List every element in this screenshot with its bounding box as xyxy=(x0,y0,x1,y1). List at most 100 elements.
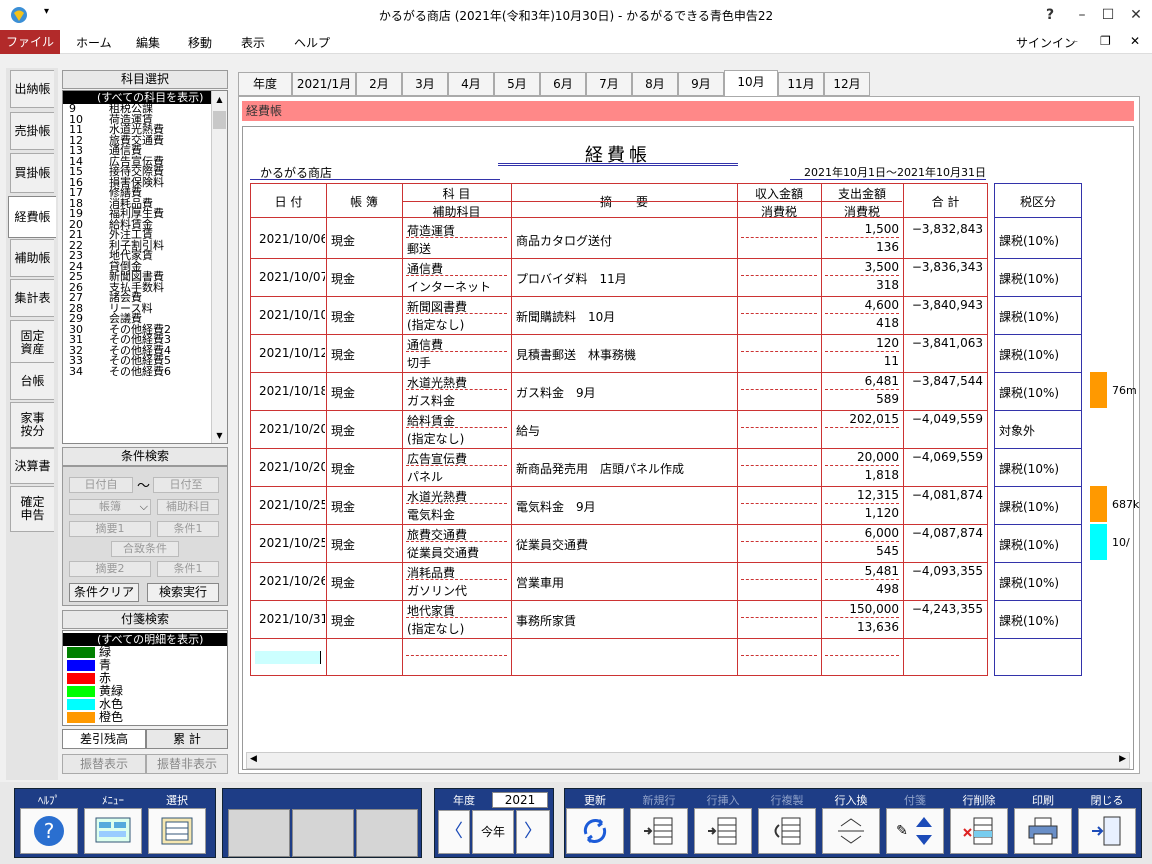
ribbon-minimize-icon[interactable]: – xyxy=(1072,34,1078,48)
sidetab-6[interactable]: 固定 資産 xyxy=(10,320,54,366)
month-tab[interactable]: 年度 xyxy=(238,72,292,96)
home-menu[interactable]: ホーム xyxy=(76,34,112,51)
help-icon[interactable]: ? xyxy=(1040,5,1060,25)
tag-marker[interactable] xyxy=(1090,486,1107,522)
scroll-thumb[interactable] xyxy=(213,111,226,129)
sidetab-3[interactable]: 経費帳 xyxy=(8,196,56,238)
account-item[interactable]: 16 損害保険料 xyxy=(63,177,227,189)
menu-button[interactable]: ﾒﾆｭｰ xyxy=(82,794,144,854)
view-menu[interactable]: 表示 xyxy=(241,34,265,51)
memo2-input[interactable]: 摘要2 xyxy=(69,561,151,577)
month-tab[interactable]: 12月 xyxy=(824,72,870,96)
diff-balance-tab[interactable]: 差引残高 xyxy=(62,729,146,749)
subaccount-select[interactable]: 補助科目 xyxy=(157,499,219,515)
edit-menu[interactable]: 編集 xyxy=(136,34,160,51)
tag-item[interactable]: 水色 xyxy=(63,698,227,711)
minimize-button[interactable]: – xyxy=(1072,5,1092,25)
new-row-date-input[interactable] xyxy=(255,651,321,664)
close-window-button[interactable]: 閉じる xyxy=(1076,794,1138,854)
tag-marker[interactable] xyxy=(1090,372,1107,408)
tag-marker[interactable] xyxy=(1090,524,1107,560)
month-tab[interactable]: 2021/1月 xyxy=(292,72,356,96)
this-year-button[interactable]: 今年 xyxy=(472,810,514,854)
insert-row-button[interactable]: 行挿入 xyxy=(692,794,754,854)
sidetab-9[interactable]: 決算書 xyxy=(10,448,54,484)
month-tab[interactable]: 2月 xyxy=(356,72,402,96)
transfer-show-button[interactable]: 振替表示 xyxy=(62,754,146,774)
copy-row-button[interactable]: 行複製 xyxy=(756,794,818,854)
next-year-icon[interactable]: 〉 xyxy=(516,810,550,854)
tag-button[interactable]: 付箋 ✎ xyxy=(884,794,946,854)
sidetab-2[interactable]: 買掛帳 xyxy=(10,153,54,193)
close-button[interactable]: ✕ xyxy=(1126,5,1146,25)
help-button[interactable]: ﾍﾙﾌﾟ? xyxy=(18,794,80,854)
sidetab-0[interactable]: 出納帳 xyxy=(10,70,54,108)
month-tab[interactable]: 11月 xyxy=(778,72,824,96)
tax-class-column[interactable]: 税区分 課税(10%) 課税(10%) 課税(10%) 課税(10%) 課税(10%) 対象… xyxy=(994,183,1082,676)
print-button[interactable]: 印刷 xyxy=(1012,794,1074,854)
account-list[interactable]: (すべての科目を表示) 9 租税公課 10 荷造運賃 11 水道光熱費 12 旅費交通費 13 通… xyxy=(62,90,228,444)
tag-item[interactable]: 橙色 xyxy=(63,711,227,724)
tag-item[interactable]: 緑 xyxy=(63,646,227,659)
month-tab[interactable]: 10月 xyxy=(724,70,778,96)
month-tab[interactable]: 7月 xyxy=(586,72,632,96)
tag-all-item[interactable]: (すべての明細を表示) xyxy=(63,633,227,646)
month-tab[interactable]: 3月 xyxy=(402,72,448,96)
tag-note: 10/ xyxy=(1112,536,1130,549)
account-list-scrollbar[interactable]: ▲ ▼ xyxy=(211,91,227,443)
delete-row-button[interactable]: 行削除 xyxy=(948,794,1010,854)
horizontal-scrollbar[interactable]: ◀ ▶ xyxy=(246,752,1130,769)
account-item[interactable]: 12 旅費交通費 xyxy=(63,135,227,147)
refresh-button[interactable]: 更新 xyxy=(564,794,626,854)
tag-item[interactable]: 赤 xyxy=(63,672,227,685)
move-menu[interactable]: 移動 xyxy=(188,34,212,51)
scroll-up-icon[interactable]: ▲ xyxy=(213,95,226,105)
refresh-icon xyxy=(583,818,607,844)
month-tab[interactable]: 5月 xyxy=(494,72,540,96)
sidetab-7[interactable]: 台帳 xyxy=(10,362,54,400)
swap-row-button[interactable]: 行入換 xyxy=(820,794,882,854)
sidetab-4[interactable]: 補助帳 xyxy=(10,239,54,277)
date-from-input[interactable]: 日付自 xyxy=(69,477,133,493)
help-menu[interactable]: ヘルプ xyxy=(294,34,330,51)
memo1-input[interactable]: 摘要1 xyxy=(69,521,151,537)
transfer-hide-button[interactable]: 振替非表示 xyxy=(146,754,228,774)
ribbon-close-icon[interactable]: ✕ xyxy=(1130,34,1140,48)
ribbon-restore-icon[interactable]: ❐ xyxy=(1100,34,1111,48)
cond1-select[interactable]: 条件1 xyxy=(157,521,219,537)
account-item[interactable]: 28 リース料 xyxy=(63,303,227,315)
month-tab[interactable]: 9月 xyxy=(678,72,724,96)
tag-list[interactable]: (すべての明細を表示) 緑青赤黄緑 水色 橙色 xyxy=(62,630,228,726)
month-tab[interactable]: 8月 xyxy=(632,72,678,96)
cumulative-tab[interactable]: 累 計 xyxy=(146,729,228,749)
select-button[interactable]: 選択 xyxy=(146,794,208,854)
tag-item[interactable]: 青 xyxy=(63,659,227,672)
month-tab[interactable]: 4月 xyxy=(448,72,494,96)
tag-label: 橙色 xyxy=(99,710,124,724)
sidetab-10[interactable]: 確定 申告 xyxy=(10,486,54,532)
date-to-input[interactable]: 日付至 xyxy=(153,477,219,493)
scroll-down-icon[interactable]: ▼ xyxy=(213,431,226,441)
maximize-button[interactable]: ☐ xyxy=(1098,5,1118,25)
account-item[interactable]: 26 支払手数料 xyxy=(63,282,227,294)
sidetab-5[interactable]: 集計表 xyxy=(10,279,54,317)
new-row-button[interactable]: 新規行 xyxy=(628,794,690,854)
search-run-button[interactable]: 検索実行 xyxy=(147,583,219,602)
account-item[interactable]: 23 地代家賃 xyxy=(63,250,227,262)
scroll-right-icon[interactable]: ▶ xyxy=(1119,754,1126,764)
scroll-left-icon[interactable]: ◀ xyxy=(250,754,257,764)
signin-link[interactable]: サインイン xyxy=(1016,34,1076,51)
sidetab-8[interactable]: 家事 按分 xyxy=(10,402,54,448)
ledger-table[interactable]: 日 付帳 簿科 目補助科目摘 要収入金額 消費税 支出金額 消費税合 計 2021/10… xyxy=(250,183,988,676)
prev-year-icon[interactable]: 〈 xyxy=(438,810,470,854)
year-input[interactable]: 2021 xyxy=(492,792,548,808)
account-item[interactable]: 34 その他経費6 xyxy=(63,366,227,378)
file-menu[interactable]: ファイル xyxy=(0,30,60,54)
cond2-select[interactable]: 条件1 xyxy=(157,561,219,577)
tag-item[interactable]: 黄緑 xyxy=(63,685,227,698)
match-select[interactable]: 合致条件 xyxy=(111,541,179,557)
month-tab[interactable]: 6月 xyxy=(540,72,586,96)
sidetab-1[interactable]: 売掛帳 xyxy=(10,112,54,150)
book-select[interactable]: 帳簿 ⌵ xyxy=(69,499,151,515)
condition-clear-button[interactable]: 条件クリア xyxy=(69,583,139,602)
